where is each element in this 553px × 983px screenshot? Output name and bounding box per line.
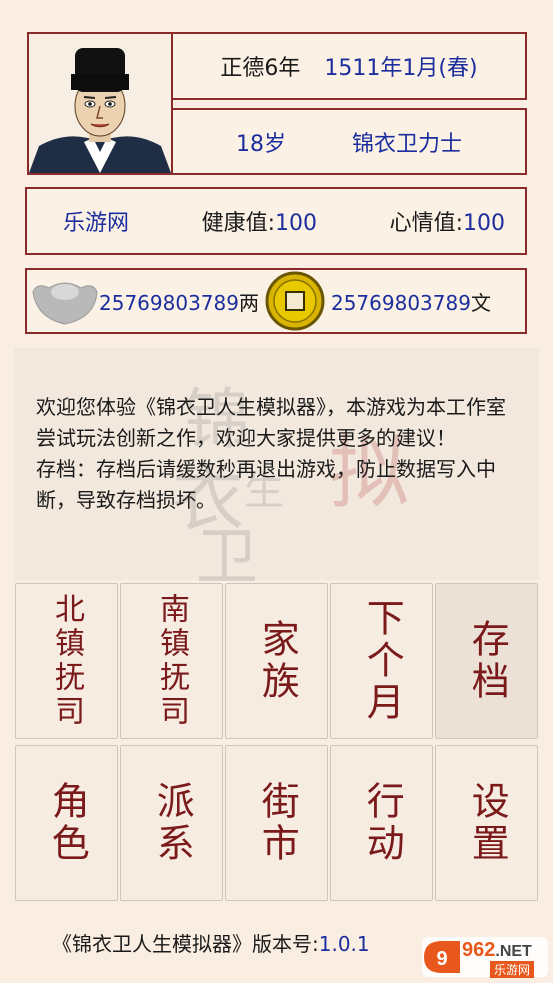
message-panel: 锦 衣 卫 生 拟 欢迎您体验《锦衣卫人生模拟器》，本游戏为本工作室尝试玩法创新… — [14, 348, 539, 593]
era-label: 正德6年 — [220, 56, 301, 81]
copper-amount: 25769803789文 — [330, 290, 491, 315]
silver-ingot-icon — [32, 282, 98, 325]
character-button[interactable]: 角色 — [15, 745, 118, 901]
north-office-button[interactable]: 北镇抚司 — [15, 583, 118, 739]
logo-subtext: 乐游网 — [490, 961, 535, 978]
date-label: 1511年1月(春) — [324, 56, 478, 81]
message-line: 存档：存档后请缓数秒再退出游戏，防止数据写入中断，导致存档损坏。 — [36, 457, 496, 512]
family-button[interactable]: 家族 — [225, 583, 328, 739]
date-panel: 正德6年 1511年1月(春) — [171, 32, 527, 100]
character-portrait[interactable] — [27, 32, 173, 175]
money-panel: 25769803789两 25769803789文 — [25, 268, 527, 334]
next-month-button[interactable]: 下个月 — [330, 583, 433, 739]
market-button[interactable]: 街市 — [225, 745, 328, 901]
watermark-char: 卫 — [196, 520, 259, 593]
health-stat: 健康值:100 — [201, 211, 317, 236]
mood-stat: 心情值:100 — [389, 211, 505, 236]
site-logo: 9 962.NET 乐游网 — [420, 935, 550, 979]
official-portrait-icon — [29, 34, 171, 173]
svg-text:9: 9 — [436, 948, 447, 970]
welcome-message: 欢迎您体验《锦衣卫人生模拟器》，本游戏为本工作室尝试玩法创新之作，欢迎大家提供更… — [36, 392, 516, 516]
settings-button[interactable]: 设置 — [435, 745, 538, 901]
faction-button[interactable]: 派系 — [120, 745, 223, 901]
action-button[interactable]: 行动 — [330, 745, 433, 901]
version-label: 《锦衣卫人生模拟器》版本号:1.0.1 — [52, 932, 370, 956]
player-name: 乐游网 — [63, 211, 130, 236]
logo-text: 962.NET — [462, 939, 532, 961]
age-label: 18岁 — [235, 131, 286, 157]
south-office-button[interactable]: 南镇抚司 — [120, 583, 223, 739]
role-label: 锦衣卫力士 — [351, 131, 462, 157]
save-button[interactable]: 存档 — [435, 583, 538, 739]
copper-coin-icon — [265, 271, 325, 331]
stats-panel: 乐游网 健康值:100 心情值:100 — [25, 187, 527, 255]
silver-amount: 25769803789两 — [99, 290, 259, 315]
role-panel: 18岁 锦衣卫力士 — [171, 108, 527, 175]
message-line: 欢迎您体验《锦衣卫人生模拟器》，本游戏为本工作室尝试玩法创新之作，欢迎大家提供更… — [36, 395, 506, 450]
